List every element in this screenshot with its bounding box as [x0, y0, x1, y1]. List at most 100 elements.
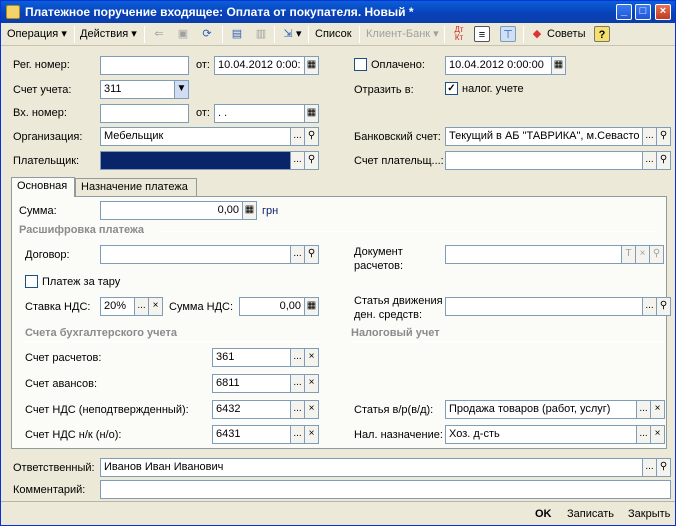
vat-unconfirmed-label: Счет НДС (неподтвержденный): [25, 404, 189, 416]
operation-menu[interactable]: Операция ▾ [7, 26, 67, 43]
ok-button[interactable]: OK [535, 508, 552, 520]
search-icon[interactable]: ⚲ [657, 151, 671, 170]
unpost-document-icon[interactable]: ▥ [253, 26, 269, 42]
search-icon[interactable]: ⚲ [657, 127, 671, 146]
reg-number-input[interactable] [100, 56, 189, 75]
minimize-button[interactable]: _ [616, 4, 632, 20]
calendar-icon[interactable]: ▦ [305, 104, 319, 123]
type-icon[interactable]: T [622, 245, 636, 264]
save-button[interactable]: Записать [567, 508, 614, 520]
reg-date-input[interactable]: 10.04.2012 0:00: [214, 56, 305, 75]
advice-button[interactable]: Советы [547, 26, 585, 43]
ellipsis-button[interactable]: ... [643, 151, 657, 170]
based-on-icon[interactable]: ⇲ [280, 26, 296, 42]
payer-account-input[interactable] [445, 151, 643, 170]
clear-icon[interactable]: × [305, 374, 319, 393]
based-on-dropdown[interactable]: ▾ [296, 26, 302, 43]
clear-icon[interactable]: × [651, 425, 665, 444]
ellipsis-button[interactable]: ... [643, 127, 657, 146]
tab-main[interactable]: Основная [11, 177, 75, 197]
search-icon[interactable]: ⚲ [650, 245, 664, 264]
ellipsis-button[interactable]: ... [637, 425, 651, 444]
list-button[interactable]: Список [315, 26, 352, 43]
clear-icon[interactable]: × [651, 400, 665, 419]
incoming-number-input[interactable] [100, 104, 189, 123]
account-select[interactable]: 311 [100, 80, 175, 99]
tax-article-input[interactable]: Продажа товаров (работ, услуг) [445, 400, 637, 419]
clear-icon[interactable]: × [305, 348, 319, 367]
calculator-icon[interactable]: ▦ [305, 297, 319, 316]
clear-icon[interactable]: × [305, 425, 319, 444]
settlement-account-input[interactable]: 361 [212, 348, 291, 367]
document-window: Платежное поручение входящее: Оплата от … [0, 0, 676, 526]
tax-purpose-input[interactable]: Хоз. д-сть [445, 425, 637, 444]
section-divider [161, 231, 659, 232]
tab-payment-purpose[interactable]: Назначение платежа [75, 178, 197, 197]
ellipsis-button[interactable]: ... [643, 297, 657, 316]
help-button[interactable]: ? [594, 26, 610, 42]
dtkt-icon[interactable]: Дт Кт [451, 26, 467, 42]
currency-label: грн [262, 205, 279, 217]
ellipsis-button[interactable]: ... [291, 151, 305, 170]
settlement-doc-label-2: расчетов: [354, 260, 404, 272]
cash-flow-input[interactable] [445, 297, 643, 316]
comment-input[interactable] [100, 480, 671, 499]
accounts-section-title: Счета бухгалтерского учета [25, 327, 178, 339]
title-bar: Платежное поручение входящее: Оплата от … [1, 1, 675, 23]
responsible-input[interactable]: Иванов Иван Иванович [100, 458, 643, 477]
organization-input[interactable]: Мебельщик [100, 127, 291, 146]
vat-unconfirmed-input[interactable]: 6432 [212, 400, 291, 419]
search-icon[interactable]: ⚲ [657, 297, 671, 316]
ellipsis-button[interactable]: ... [291, 348, 305, 367]
incoming-date-input[interactable]: . . [214, 104, 305, 123]
search-icon[interactable]: ⚲ [657, 458, 671, 477]
settlement-doc-input[interactable] [445, 245, 622, 264]
vat-rate-input[interactable]: 20% [100, 297, 135, 316]
search-icon[interactable]: ⚲ [305, 127, 319, 146]
bank-account-input[interactable]: Текущий в АБ "ТАВРИКА", м.Севасто [445, 127, 643, 146]
back-arrow-icon[interactable]: ⇐ [151, 26, 167, 42]
chevron-down-icon[interactable]: ▼ [175, 80, 189, 99]
calculator-icon[interactable]: ▦ [243, 201, 257, 220]
ellipsis-button[interactable]: ... [291, 127, 305, 146]
close-button[interactable]: Закрыть [628, 508, 670, 520]
vat-sum-label: Сумма НДС: [169, 301, 234, 313]
ellipsis-button[interactable]: ... [643, 458, 657, 477]
search-icon[interactable]: ⚲ [305, 245, 319, 264]
sum-label: Сумма: [19, 205, 57, 217]
toolbar-separator [222, 26, 223, 43]
advance-account-input[interactable]: 6811 [212, 374, 291, 393]
tax-accounting-checkbox[interactable]: ✓ [445, 82, 458, 95]
copy-icon[interactable]: ▣ [175, 26, 191, 42]
account-label: Счет учета: [13, 84, 72, 96]
ellipsis-button[interactable]: ... [637, 400, 651, 419]
section-divider [351, 341, 663, 342]
ellipsis-button[interactable]: ... [291, 400, 305, 419]
maximize-button[interactable]: □ [635, 4, 651, 20]
clear-icon[interactable]: × [305, 400, 319, 419]
ellipsis-button[interactable]: ... [291, 425, 305, 444]
paid-date-input[interactable]: 10.04.2012 0:00:00 [445, 56, 552, 75]
calendar-icon[interactable]: ▦ [305, 56, 319, 75]
actions-menu[interactable]: Действия ▾ [80, 26, 137, 43]
client-bank-menu[interactable]: Клиент-Банк ▾ [366, 26, 439, 43]
ellipsis-button[interactable]: ... [291, 374, 305, 393]
payer-input[interactable] [100, 151, 291, 170]
close-window-button[interactable]: × [655, 4, 671, 20]
ellipsis-button[interactable]: ... [135, 297, 149, 316]
report-icon[interactable]: ≡ [474, 26, 490, 42]
structure-icon[interactable]: ⊤ [500, 26, 516, 42]
clear-icon[interactable]: × [149, 297, 163, 316]
refresh-icon[interactable]: ⟳ [199, 26, 215, 42]
paid-checkbox[interactable] [354, 58, 367, 71]
ellipsis-button[interactable]: ... [291, 245, 305, 264]
vat-sum-input[interactable]: 0,00 [239, 297, 305, 316]
contract-input[interactable] [100, 245, 291, 264]
post-document-icon[interactable]: ▤ [229, 26, 245, 42]
sum-input[interactable]: 0,00 [100, 201, 243, 220]
clear-icon[interactable]: × [636, 245, 650, 264]
calendar-icon[interactable]: ▦ [552, 56, 566, 75]
vat-nk-input[interactable]: 6431 [212, 425, 291, 444]
search-icon[interactable]: ⚲ [305, 151, 319, 170]
container-payment-checkbox[interactable] [25, 275, 38, 288]
